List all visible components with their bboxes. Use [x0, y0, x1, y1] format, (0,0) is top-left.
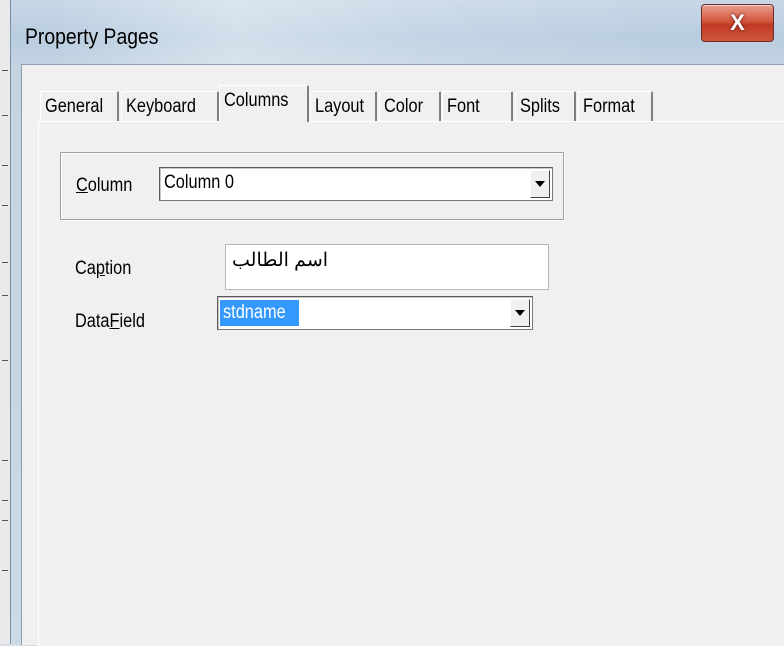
tab-color[interactable]: Color: [379, 91, 441, 121]
caption-input[interactable]: اسم الطالب: [225, 244, 549, 290]
tab-keyboard[interactable]: Keyboard: [121, 91, 219, 121]
datafield-select[interactable]: stdname: [217, 296, 533, 330]
tab-format[interactable]: Format: [578, 91, 653, 121]
tab-layout[interactable]: Layout: [310, 91, 377, 121]
column-select[interactable]: Column 0: [159, 167, 553, 201]
chevron-down-icon: [535, 181, 545, 187]
datafield-label: DataField: [75, 311, 145, 332]
caption-input-value: اسم الطالب: [232, 250, 329, 271]
tab-font[interactable]: Font: [442, 91, 513, 121]
tab-general[interactable]: General: [40, 91, 119, 121]
close-icon: X: [730, 10, 745, 35]
dialog-client-area: General Keyboard Columns Layout Color Fo…: [21, 64, 784, 646]
column-groupbox: Column Column 0: [60, 152, 564, 220]
datafield-dropdown-button[interactable]: [510, 299, 530, 327]
caption-label: Caption: [75, 258, 132, 279]
column-label: Column: [76, 175, 133, 196]
datafield-selected-text: stdname: [220, 300, 299, 326]
dialog-title: Property Pages: [25, 24, 159, 49]
column-select-value: Column 0: [164, 172, 234, 193]
tab-splits[interactable]: Splits: [515, 91, 576, 121]
tab-columns[interactable]: Columns: [219, 85, 309, 122]
close-button[interactable]: X: [701, 4, 774, 42]
column-dropdown-button[interactable]: [530, 170, 550, 198]
chevron-down-icon: [515, 310, 525, 316]
columns-tab-page: Column Column 0 Caption اسم الطالب DataF…: [38, 121, 784, 646]
